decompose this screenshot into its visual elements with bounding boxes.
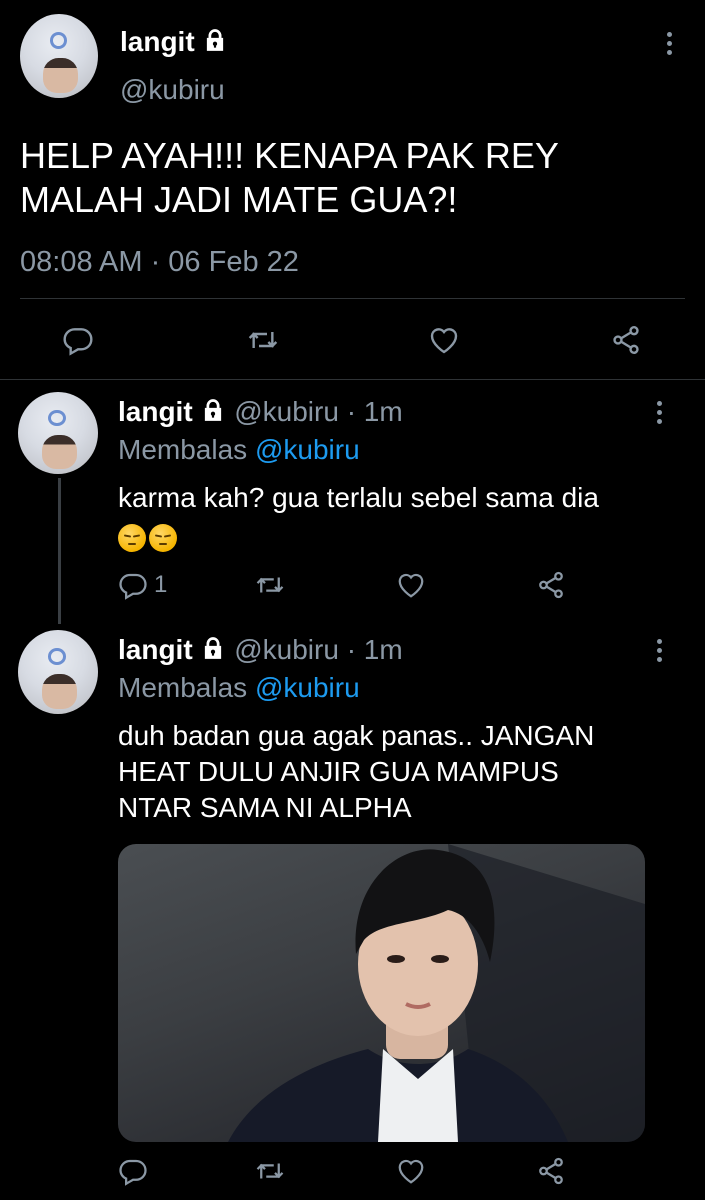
tweet-text: HELP AYAH!!! KENAPA PAK REY MALAH JADI M… [20, 135, 559, 220]
display-name[interactable]: langit [118, 396, 193, 427]
author-row: langit @kubiru · 1m [118, 634, 403, 668]
timestamp[interactable]: 08:08 AM · 06 Feb 22 [20, 246, 299, 279]
retweet-icon [256, 577, 284, 593]
share-button[interactable] [610, 324, 642, 356]
retweet-icon [248, 332, 278, 348]
divider [0, 379, 705, 380]
author-row: langit [120, 26, 228, 60]
share-button[interactable] [536, 570, 566, 600]
retweet-button[interactable] [254, 570, 286, 600]
reply-button[interactable] [118, 1156, 148, 1186]
lock-icon [200, 635, 226, 668]
tweet-media-photo[interactable] [118, 844, 645, 1142]
like-button[interactable] [428, 324, 460, 356]
time[interactable]: · 1m [347, 396, 403, 427]
heart-icon [398, 1159, 424, 1184]
retweet-button[interactable] [246, 324, 280, 356]
heart-icon [430, 328, 458, 354]
tweet-text: duh badan gua agak panas.. JANGAN HEAT D… [118, 720, 595, 823]
avatar[interactable] [18, 392, 98, 474]
avatar[interactable] [18, 630, 98, 714]
replying-to-link[interactable]: @kubiru [255, 672, 360, 703]
handle[interactable]: @kubiru [234, 396, 339, 427]
time[interactable]: · 1m [347, 634, 403, 665]
display-name[interactable]: langit [118, 634, 193, 665]
portrait-illustration [228, 844, 645, 1142]
heart-icon [398, 573, 424, 598]
lock-icon [200, 397, 226, 430]
share-button[interactable] [536, 1156, 566, 1186]
share-icon [539, 571, 563, 599]
pensive-face-emoji [149, 523, 177, 552]
reply-button[interactable] [62, 324, 94, 356]
replying-to: Membalas @kubiru [118, 672, 360, 703]
emoji-row [118, 518, 599, 554]
lock-icon [202, 27, 228, 60]
more-vertical-icon[interactable] [657, 639, 663, 666]
like-button[interactable] [396, 570, 426, 600]
tweet-text: karma kah? gua terlalu sebel sama dia [118, 480, 599, 554]
more-vertical-icon[interactable] [667, 32, 673, 59]
author-row: langit @kubiru · 1m [118, 396, 403, 430]
share-icon [539, 1157, 563, 1185]
replying-to: Membalas @kubiru [118, 434, 360, 465]
like-button[interactable] [396, 1156, 426, 1186]
retweet-icon [256, 1163, 284, 1179]
reply-count: 1 [154, 571, 168, 598]
handle[interactable]: @kubiru [120, 74, 225, 106]
reply-icon [63, 328, 93, 356]
more-vertical-icon[interactable] [657, 401, 663, 428]
retweet-button[interactable] [254, 1156, 286, 1186]
replying-to-link[interactable]: @kubiru [255, 434, 360, 465]
thread-line [58, 478, 61, 624]
reply-icon [119, 573, 147, 600]
divider [20, 298, 685, 299]
share-icon [613, 326, 639, 354]
handle[interactable]: @kubiru [234, 634, 339, 665]
display-name[interactable]: langit [120, 26, 195, 57]
pensive-face-emoji [118, 523, 146, 552]
reply-button[interactable]: 1 [118, 570, 167, 600]
reply-icon [119, 1159, 147, 1186]
avatar[interactable] [20, 14, 98, 98]
